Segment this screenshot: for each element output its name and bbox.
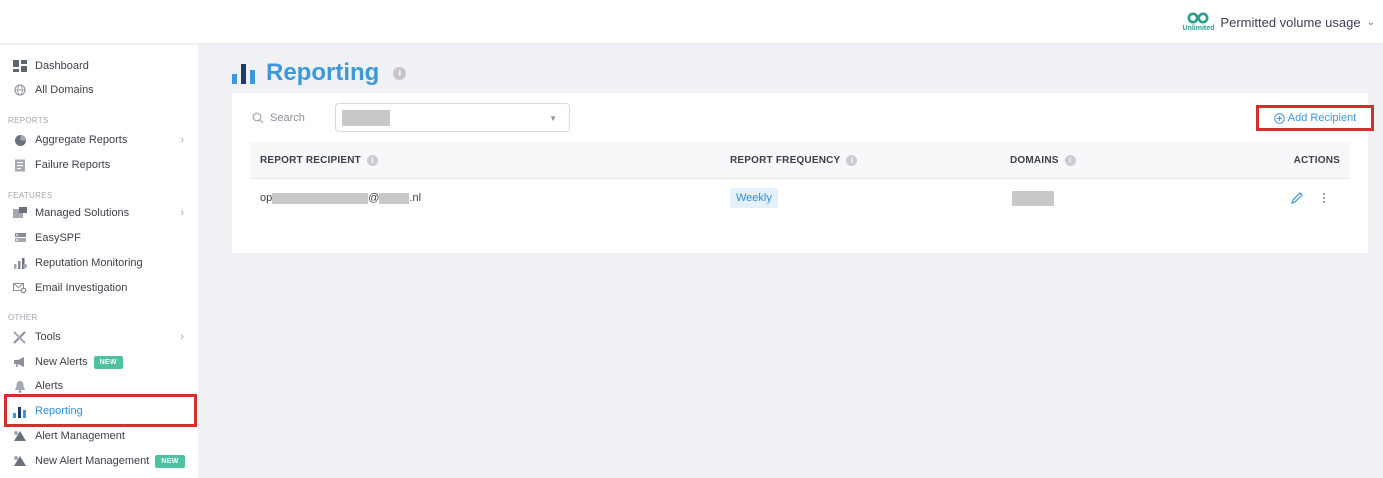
sidebar-item-alert-management[interactable]: Alert Management: [8, 424, 194, 448]
add-recipient-button[interactable]: Add Recipient: [1256, 105, 1374, 131]
pie-chart-icon: [11, 133, 29, 147]
bar-chart-icon: [232, 64, 255, 84]
more-options-button[interactable]: [1322, 192, 1326, 204]
sidebar-item-new-alerts[interactable]: New Alerts NEW: [8, 350, 194, 374]
chevron-right-icon: ›: [180, 207, 184, 219]
header-domains[interactable]: DOMAINS i: [1010, 142, 1076, 179]
frequency-badge: Weekly: [730, 188, 778, 208]
new-badge: NEW: [155, 454, 185, 468]
chevron-right-icon: ›: [180, 134, 184, 146]
recipient-cell: op @ .nl: [260, 179, 421, 217]
sidebar-item-label: Email Investigation: [35, 282, 128, 294]
sidebar-item-managed-solutions[interactable]: Managed Solutions ›: [8, 201, 194, 225]
top-bar: Unlimited Permitted volume usage ⌄: [0, 0, 1383, 44]
sidebar-item-label: Managed Solutions: [35, 207, 130, 219]
infinity-icon: [1187, 12, 1209, 24]
alert-management-icon: [11, 429, 29, 443]
pencil-icon: [1291, 192, 1303, 204]
sidebar-item-label: New Alert Management: [35, 455, 150, 467]
search-icon: [252, 112, 264, 124]
reputation-icon: [11, 256, 29, 270]
sidebar-item-label: New Alerts: [35, 356, 88, 368]
sidebar-item-label: Dashboard: [35, 60, 89, 72]
info-icon[interactable]: i: [1064, 155, 1076, 166]
sidebar-item-label: Alerts: [35, 380, 64, 392]
page-header: Reporting i: [232, 56, 407, 90]
sidebar-item-dashboard[interactable]: Dashboard: [8, 54, 194, 78]
header-label: REPORT RECIPIENT: [260, 155, 361, 166]
tools-icon: [11, 330, 29, 344]
report-icon: [11, 158, 29, 172]
section-label-other: OTHER: [8, 313, 38, 322]
header-report-recipient[interactable]: REPORT RECIPIENT i: [260, 142, 378, 179]
header-label: REPORT FREQUENCY: [730, 155, 841, 166]
alert-management-icon: [11, 454, 29, 468]
managed-icon: [11, 206, 29, 220]
sidebar-item-label: All Domains: [35, 84, 94, 96]
frequency-cell: Weekly: [730, 179, 778, 217]
globe-icon: [11, 83, 29, 97]
recipient-at: @: [368, 192, 380, 204]
megaphone-icon: [11, 355, 29, 369]
sidebar-item-all-domains[interactable]: All Domains: [8, 78, 194, 102]
caret-down-icon: ▼: [549, 114, 557, 123]
redacted-value: [342, 109, 390, 126]
add-recipient-label: Add Recipient: [1287, 112, 1357, 124]
chevron-right-icon: ›: [180, 331, 184, 343]
section-label-reports: REPORTS: [8, 116, 49, 125]
sidebar-item-tools[interactable]: Tools ›: [8, 325, 194, 349]
reporting-panel: Search ▼ Add Recipient REPORT RECIPIENT …: [232, 93, 1374, 253]
edit-button[interactable]: [1290, 191, 1304, 205]
plus-circle-icon: [1273, 112, 1285, 124]
sidebar-item-reputation-monitoring[interactable]: Reputation Monitoring: [8, 251, 194, 275]
email-investigation-icon: [11, 281, 29, 295]
sidebar-item-email-investigation[interactable]: Email Investigation: [8, 276, 194, 300]
dashboard-icon: [11, 59, 29, 73]
header-report-frequency[interactable]: REPORT FREQUENCY i: [730, 142, 858, 179]
sidebar-item-label: Aggregate Reports: [35, 134, 128, 146]
permitted-volume-label: Permitted volume usage: [1220, 14, 1361, 30]
search-placeholder: Search: [270, 112, 305, 124]
page-title: Reporting: [266, 59, 380, 86]
unlimited-badge: Unlimited: [1182, 12, 1215, 32]
chevron-down-icon: ⌄: [1366, 16, 1375, 28]
sidebar-item-aggregate-reports[interactable]: Aggregate Reports ›: [8, 128, 194, 152]
info-icon[interactable]: i: [846, 155, 858, 166]
domains-cell: [1012, 179, 1054, 217]
recipient-prefix: op: [260, 192, 273, 204]
sidebar-item-label: Reputation Monitoring: [35, 257, 143, 269]
new-badge: NEW: [93, 355, 123, 369]
info-icon[interactable]: i: [367, 155, 378, 166]
recipient-suffix: .nl: [409, 192, 422, 204]
domain-select[interactable]: ▼: [335, 103, 570, 132]
highlight-box-reporting: [4, 394, 197, 427]
redacted-value: [272, 192, 369, 204]
actions-cell: [1290, 179, 1326, 217]
table-row: op @ .nl Weekly: [250, 179, 1350, 217]
table-header: REPORT RECIPIENT i REPORT FREQUENCY i DO…: [250, 142, 1350, 179]
sidebar-item-label: Alert Management: [35, 430, 125, 442]
info-icon[interactable]: i: [393, 66, 407, 80]
sidebar-item-failure-reports[interactable]: Failure Reports: [8, 153, 194, 177]
section-label-features: FEATURES: [8, 191, 53, 200]
server-icon: [11, 231, 29, 245]
sidebar-item-easyspf[interactable]: EasySPF: [8, 226, 194, 250]
search-field[interactable]: Search: [252, 105, 332, 131]
header-label: DOMAINS: [1010, 155, 1059, 166]
redacted-value: [379, 192, 410, 204]
sidebar-item-new-alert-management[interactable]: New Alert Management NEW: [8, 449, 194, 473]
more-vertical-icon: [1323, 193, 1325, 203]
redacted-value: [1012, 190, 1054, 206]
header-label: ACTIONS: [1293, 155, 1340, 166]
permitted-volume-dropdown[interactable]: Unlimited Permitted volume usage ⌄: [1183, 8, 1375, 36]
sidebar-item-label: Failure Reports: [35, 159, 111, 171]
sidebar-item-label: EasySPF: [35, 232, 81, 244]
sidebar-item-label: Tools: [35, 331, 61, 343]
header-actions: ACTIONS: [1294, 142, 1340, 179]
unlimited-label: Unlimited: [1182, 25, 1215, 32]
bell-icon: [11, 379, 29, 393]
